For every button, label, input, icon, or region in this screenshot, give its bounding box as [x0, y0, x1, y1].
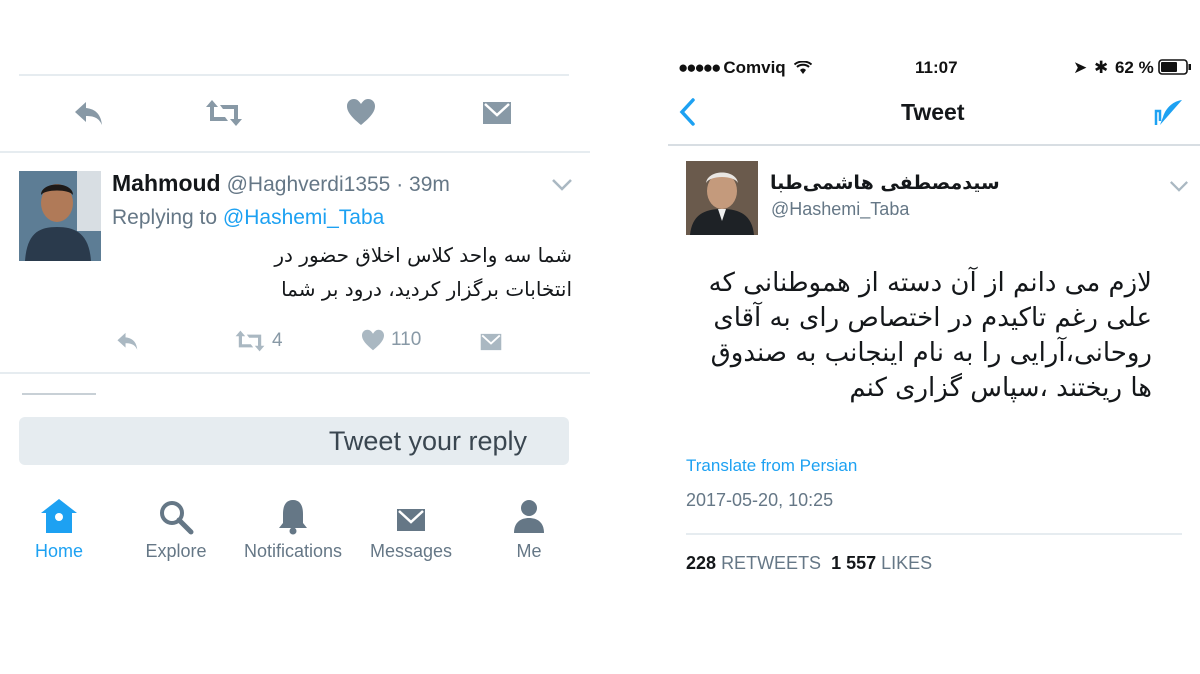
- tab-explore[interactable]: Explore: [117, 495, 235, 562]
- direct-message-icon[interactable]: [479, 331, 503, 353]
- retweets-label: RETWEETS: [721, 553, 822, 573]
- signal-dots-icon: ●●●●●: [678, 58, 721, 77]
- reply-placeholder: Tweet your reply: [328, 426, 527, 456]
- tab-label: Explore: [145, 541, 207, 561]
- author-name[interactable]: سیدمصطفی هاشمی‌طبا: [770, 172, 1000, 194]
- likes-count: 1 557: [831, 553, 877, 573]
- tab-me[interactable]: Me: [470, 495, 588, 562]
- bell-icon: [234, 495, 352, 535]
- reply-text: شما سه واحد کلاس اخلاق حضور در انتخابات …: [274, 243, 572, 301]
- envelope-icon: [352, 495, 470, 535]
- bluetooth-icon: ✱: [1093, 58, 1109, 77]
- replying-to: Replying to @Hashemi_Taba: [112, 206, 384, 230]
- tweet-timestamp: 2017-05-20, 10:25: [686, 490, 834, 510]
- translate-link[interactable]: Translate from Persian: [686, 456, 857, 476]
- back-button[interactable]: [678, 97, 696, 127]
- retweet-icon[interactable]: [205, 98, 243, 128]
- divider: [0, 372, 590, 374]
- reply-thread-panel: Mahmoud @Haghverdi1355 · 39m Replying to …: [0, 0, 600, 674]
- heart-icon[interactable]: [346, 98, 376, 126]
- replying-prefix: Replying to: [112, 206, 218, 229]
- battery-percent: 62 %: [1114, 58, 1154, 77]
- tab-label: Notifications: [243, 541, 343, 561]
- direct-message-icon[interactable]: [481, 98, 513, 128]
- location-arrow-icon: ➤: [1073, 58, 1088, 77]
- status-right: ➤ ✱ 62 %: [1073, 58, 1192, 78]
- tweet-actions: [0, 96, 600, 132]
- tab-bar: Home Explore Notifications Messages Me: [0, 495, 590, 575]
- tab-label: Messages: [369, 541, 453, 561]
- avatar[interactable]: [19, 171, 101, 261]
- compose-tweet-button[interactable]: [1154, 97, 1184, 127]
- author-handle-time: @Haghverdi1355 · 39m: [226, 173, 450, 196]
- like-count: 110: [391, 329, 422, 350]
- tab-messages[interactable]: Messages: [352, 495, 470, 562]
- divider: [0, 151, 590, 153]
- tab-label: Me: [516, 541, 542, 561]
- reply-author[interactable]: Mahmoud @Haghverdi1355 · 39m: [112, 170, 450, 197]
- author-handle[interactable]: @Hashemi_Taba: [771, 199, 909, 220]
- divider: [686, 533, 1182, 535]
- author-name: Mahmoud: [112, 170, 221, 196]
- retweets-count: 228: [686, 553, 717, 573]
- retweet-count: 4: [272, 330, 283, 351]
- tweet-text: لازم می دانم از آن دسته از هموطنانی که ع…: [708, 268, 1152, 403]
- reply-input[interactable]: Tweet your reply: [19, 417, 569, 465]
- carrier-name: Comviq: [723, 58, 786, 77]
- chevron-left-icon: [678, 97, 696, 127]
- divider: [668, 144, 1200, 146]
- tweet-detail-screen: ●●●●● Comviq 11:07 ➤ ✱ 62 % Tweet سیدمصط…: [668, 0, 1200, 674]
- status-time: 11:07: [915, 58, 958, 77]
- tab-label: Home: [34, 541, 83, 561]
- person-icon: [470, 495, 588, 535]
- quill-compose-icon: [1154, 97, 1184, 127]
- status-carrier: ●●●●● Comviq: [678, 58, 813, 78]
- retweet-button[interactable]: 4: [234, 329, 283, 353]
- retweets-stat[interactable]: 228 RETWEETS: [686, 553, 821, 573]
- tweet-stats: 228 RETWEETS 1 557 LIKES: [686, 553, 932, 574]
- tab-home[interactable]: Home: [0, 495, 118, 562]
- like-button[interactable]: 110: [361, 329, 421, 351]
- divider: [19, 74, 569, 76]
- heart-icon: [361, 329, 385, 351]
- retweet-icon: [234, 329, 266, 353]
- likes-stat[interactable]: 1 557 LIKES: [831, 553, 932, 573]
- wifi-icon: [794, 61, 813, 75]
- chevron-down-icon[interactable]: [1169, 180, 1189, 193]
- replying-mention-link[interactable]: @Hashemi_Taba: [223, 206, 384, 229]
- home-icon: [0, 495, 118, 535]
- chevron-down-icon[interactable]: [551, 178, 573, 192]
- search-icon: [117, 495, 235, 535]
- tab-notifications[interactable]: Notifications: [234, 495, 352, 562]
- reply-icon[interactable]: [72, 98, 104, 128]
- battery-icon: [1158, 59, 1192, 75]
- likes-label: LIKES: [881, 553, 933, 573]
- next-tweet-peek: [22, 393, 96, 395]
- reply-icon[interactable]: [114, 330, 140, 352]
- avatar[interactable]: [686, 161, 758, 235]
- nav-title: Tweet: [901, 99, 965, 125]
